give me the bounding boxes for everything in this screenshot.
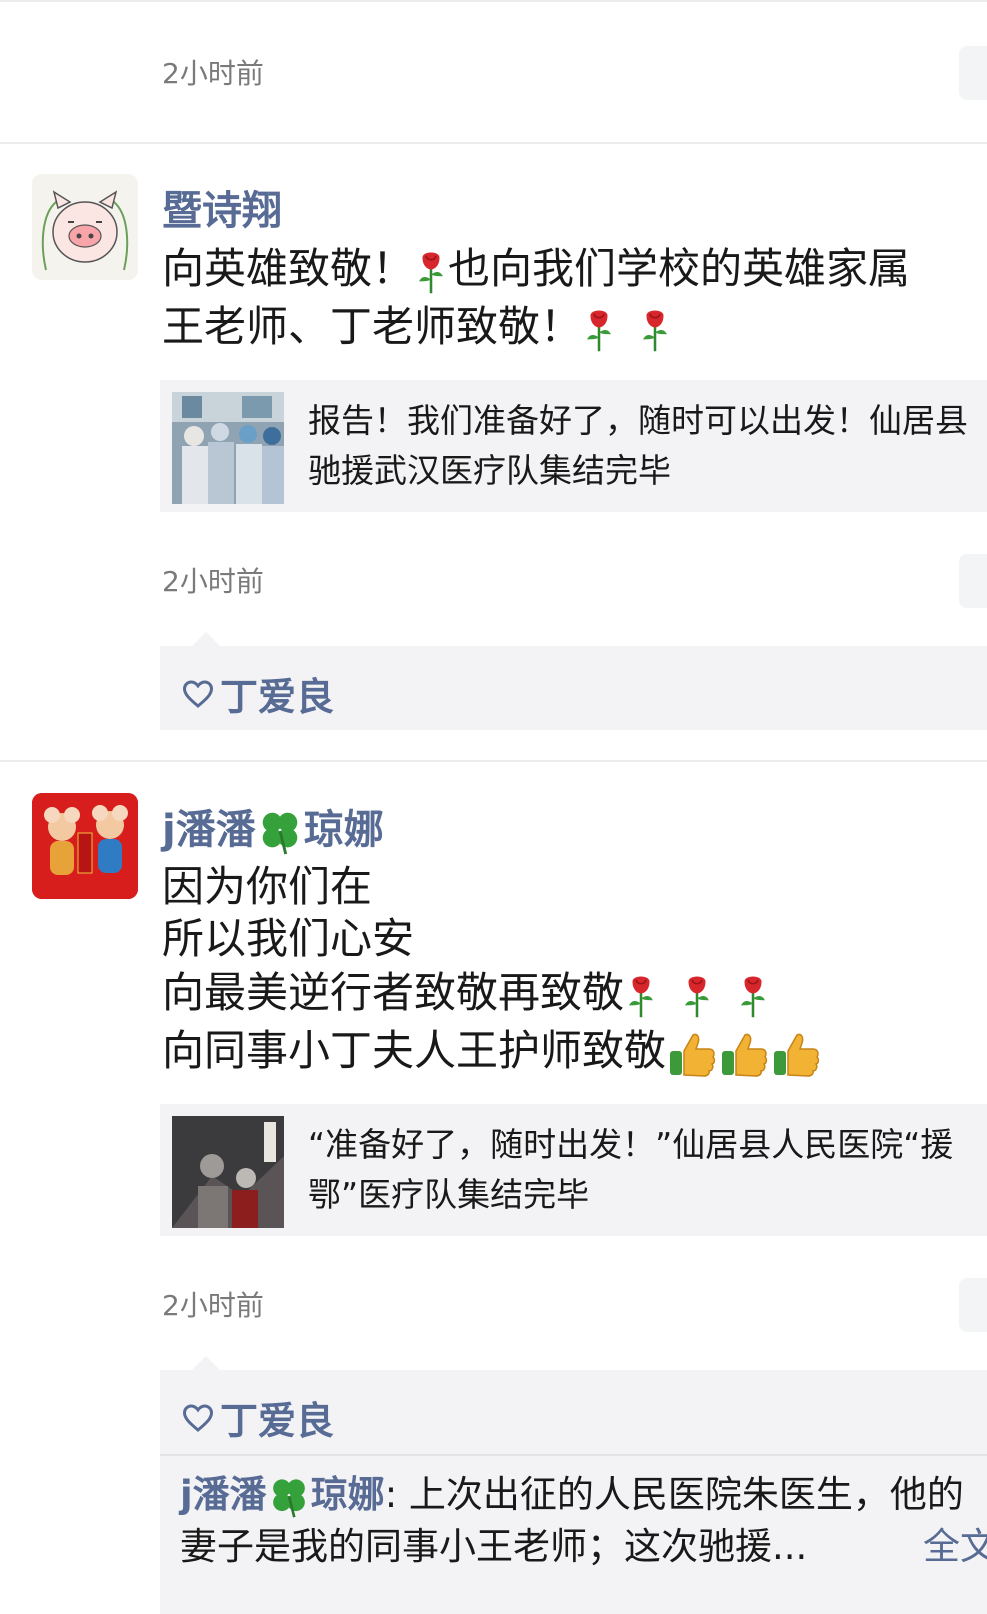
likes-and-comments-panel: 丁爱良 j潘潘 琼娜: 上次出征的人民医院朱医生，他的 妻子是我的同事小王老师；这… [160,1370,987,1614]
rose-emoji [582,307,616,353]
post-text-line: 所以我们心安 [162,914,415,963]
rose-emoji [624,973,658,1019]
link-title: “准备好了，随时出发！”仙居县人民医院“援鄂”医疗队集结完毕 [308,1125,954,1214]
link-title: 报告！我们准备好了，随时可以出发！仙居县驰援武汉医疗队集结完毕 [308,401,968,490]
avatar[interactable] [32,793,138,899]
link-thumbnail [172,1116,284,1228]
post-text-line: 向同事小丁夫人王护师致敬 [162,1022,822,1080]
comment-author[interactable]: j潘潘 琼娜 [180,1473,385,1516]
shared-link-card[interactable]: 报告！我们准备好了，随时可以出发！仙居县驰援武汉医疗队集结完毕 [160,380,987,512]
heart-outline-icon [182,679,214,708]
rose-emoji [638,307,672,353]
likes-row: 丁爱良 [180,666,334,721]
comment[interactable]: j潘潘 琼娜: 上次出征的人民医院朱医生，他的 [180,1470,964,1520]
thumbs-up-emoji [718,1029,770,1079]
post-time: 2小时前 [162,57,264,90]
top-divider [0,0,987,2]
likes-panel: 丁爱良 [160,646,987,730]
rose-emoji [680,973,714,1019]
likes-pointer [192,1356,220,1370]
post-text-line: 因为你们在 [162,862,373,911]
like-user-name[interactable]: 丁爱良 [220,666,334,721]
likes-comments-divider [160,1454,987,1456]
thumbs-up-emoji [770,1029,822,1079]
post-time: 2小时前 [162,1289,264,1322]
avatar[interactable] [32,174,138,280]
thumbs-up-emoji [666,1029,718,1079]
rose-emoji [414,249,448,295]
post-text-line: 向英雄致敬！ 也向我们学校的英雄家属 [162,244,911,295]
like-user-name[interactable]: 丁爱良 [220,1390,334,1445]
comment-continuation: 妻子是我的同事小王老师；这次驰援... [180,1525,808,1568]
four-leaf-clover-emoji [256,808,304,856]
post-time: 2小时前 [162,565,264,598]
post-divider [0,142,987,144]
user-name[interactable]: 暨诗翔 [162,178,282,236]
post-divider [0,760,987,762]
post-text-line: 向最美逆行者致敬再致敬 [162,964,770,1022]
shared-link-card[interactable]: “准备好了，随时出发！”仙居县人民医院“援鄂”医疗队集结完毕 [160,1104,987,1236]
likes-pointer [192,632,220,646]
four-leaf-clover-emoji [267,1475,311,1519]
link-thumbnail [172,392,284,504]
more-actions-button[interactable] [959,1278,987,1332]
heart-outline-icon [182,1403,214,1432]
rose-emoji [736,973,770,1019]
likes-row: 丁爱良 [180,1390,334,1445]
more-actions-button[interactable] [959,46,987,100]
post-text-line: 王老师、丁老师致敬！ [162,298,672,356]
user-name[interactable]: j潘潘 琼娜 [162,797,384,856]
expand-full-text-link[interactable]: 全文 [923,1522,987,1572]
more-actions-button[interactable] [959,554,987,608]
